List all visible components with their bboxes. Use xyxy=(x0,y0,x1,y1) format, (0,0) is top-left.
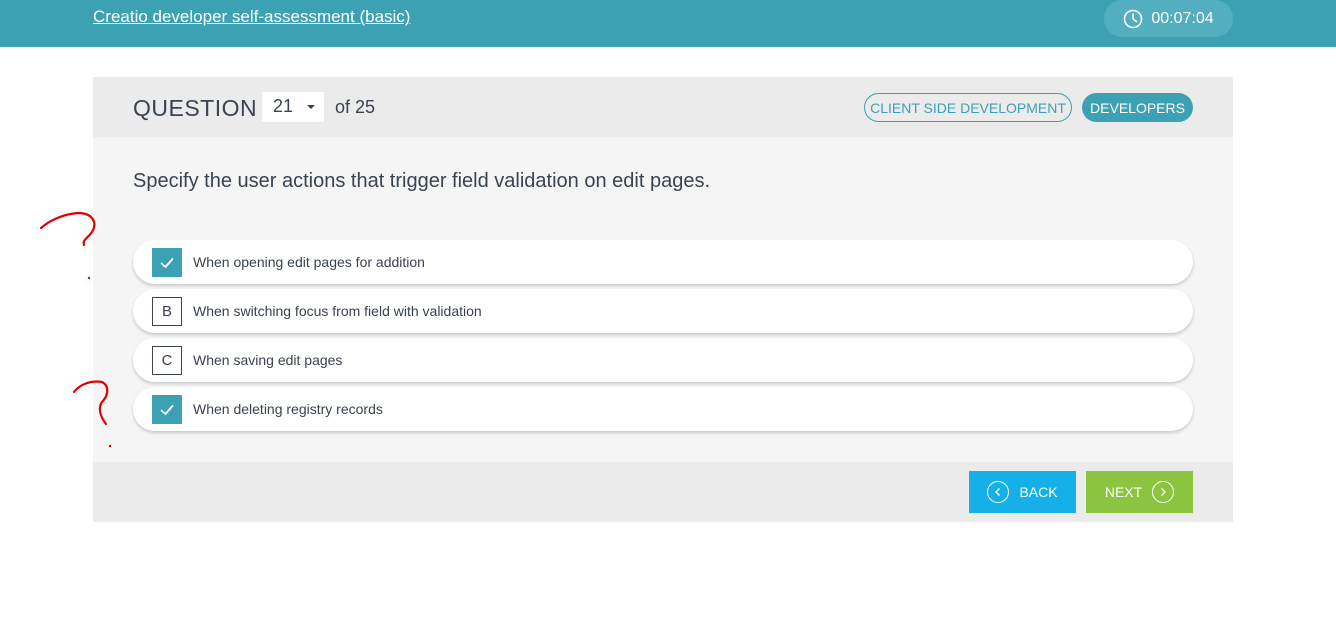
answer-label-b: When switching focus from field with val… xyxy=(193,303,482,319)
question-card: QUESTION 21 of 25 CLIENT SIDE DEVELOPMEN… xyxy=(93,77,1233,522)
back-button[interactable]: BACK xyxy=(969,471,1076,513)
timer-value: 00:07:04 xyxy=(1151,9,1214,27)
tag-developers: DEVELOPERS xyxy=(1082,93,1193,122)
back-label: BACK xyxy=(1019,484,1058,500)
answer-option-c[interactable]: C When saving edit pages xyxy=(133,338,1193,382)
question-total: of 25 xyxy=(335,97,376,117)
answer-checkbox-a[interactable] xyxy=(152,248,182,277)
top-bar: Creatio developer self-assessment (basic… xyxy=(0,0,1336,47)
next-label: NEXT xyxy=(1104,484,1143,500)
checkmark-icon xyxy=(160,404,174,415)
answer-checkbox-d[interactable] xyxy=(152,395,182,424)
answer-option-d[interactable]: When deleting registry records xyxy=(133,387,1193,431)
question-text: Specify the user actions that trigger fi… xyxy=(133,170,711,192)
chevron-right-icon xyxy=(1152,481,1175,503)
answer-option-a[interactable]: When opening edit pages for addition xyxy=(133,240,1193,284)
question-number-select[interactable]: 21 xyxy=(262,92,324,122)
clock-icon xyxy=(1123,9,1143,29)
question-label: QUESTION xyxy=(133,95,258,121)
answer-option-b[interactable]: B When switching focus from field with v… xyxy=(133,289,1193,333)
caret-down-icon xyxy=(307,105,315,109)
answer-label-a: When opening edit pages for addition xyxy=(193,254,425,270)
answer-checkbox-c[interactable]: C xyxy=(152,346,182,375)
question-footer: BACK NEXT xyxy=(93,462,1233,522)
chevron-left-icon xyxy=(987,481,1010,503)
question-number-value: 21 xyxy=(273,96,294,116)
answer-label-c: When saving edit pages xyxy=(193,352,343,368)
answer-label-d: When deleting registry records xyxy=(193,401,383,417)
timer-badge: 00:07:04 xyxy=(1104,0,1233,37)
checkmark-icon xyxy=(160,257,174,268)
answer-checkbox-b[interactable]: B xyxy=(152,297,182,326)
assessment-title-link[interactable]: Creatio developer self-assessment (basic… xyxy=(93,7,410,27)
question-header: QUESTION 21 of 25 CLIENT SIDE DEVELOPMEN… xyxy=(93,77,1233,137)
next-button[interactable]: NEXT xyxy=(1086,471,1193,513)
tag-client-side-development: CLIENT SIDE DEVELOPMENT xyxy=(864,93,1072,122)
handwritten-question-marks xyxy=(39,211,112,448)
